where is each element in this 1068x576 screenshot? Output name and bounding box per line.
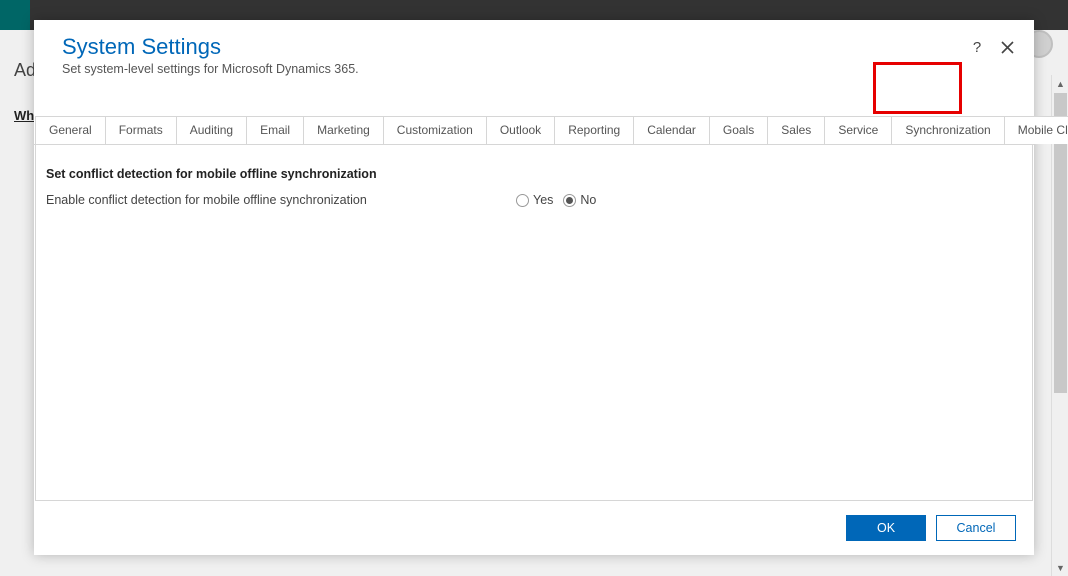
radio-yes-label: Yes	[533, 193, 553, 207]
tab-mobile-client[interactable]: Mobile Client	[1005, 116, 1068, 144]
page-scrollbar[interactable]: ▲ ▼	[1051, 75, 1068, 576]
radio-no-indicator	[563, 194, 576, 207]
dialog-title: System Settings	[62, 34, 1006, 60]
tab-service[interactable]: Service	[825, 116, 892, 144]
setting-row: Enable conflict detection for mobile off…	[46, 193, 1022, 207]
close-icon[interactable]	[998, 38, 1016, 56]
tab-outlook[interactable]: Outlook	[487, 116, 555, 144]
radio-yes-indicator	[516, 194, 529, 207]
background-link[interactable]: Wh	[14, 108, 34, 123]
setting-label: Enable conflict detection for mobile off…	[46, 193, 516, 207]
dialog-header: System Settings Set system-level setting…	[34, 20, 1034, 76]
tab-bar: General Formats Auditing Email Marketing…	[34, 116, 1034, 145]
tab-formats[interactable]: Formats	[106, 116, 177, 144]
help-icon[interactable]: ?	[968, 38, 986, 56]
background-title: Ad	[14, 60, 36, 81]
radio-no-label: No	[580, 193, 596, 207]
tab-goals[interactable]: Goals	[710, 116, 768, 144]
tab-reporting[interactable]: Reporting	[555, 116, 634, 144]
tab-synchronization[interactable]: Synchronization	[892, 116, 1004, 144]
radio-no[interactable]: No	[563, 193, 596, 207]
scroll-up-icon[interactable]: ▲	[1052, 75, 1068, 92]
system-settings-dialog: System Settings Set system-level setting…	[34, 20, 1034, 555]
tab-sales[interactable]: Sales	[768, 116, 825, 144]
radio-yes[interactable]: Yes	[516, 193, 553, 207]
scroll-down-icon[interactable]: ▼	[1052, 559, 1068, 576]
tab-general[interactable]: General	[35, 116, 106, 144]
section-title: Set conflict detection for mobile offlin…	[46, 167, 1022, 181]
tab-auditing[interactable]: Auditing	[177, 116, 247, 144]
tab-customization[interactable]: Customization	[384, 116, 487, 144]
dialog-footer: OK Cancel	[34, 501, 1034, 555]
tab-content: Set conflict detection for mobile offlin…	[35, 145, 1033, 501]
tab-email[interactable]: Email	[247, 116, 304, 144]
radio-group: Yes No	[516, 193, 596, 207]
ok-button[interactable]: OK	[846, 515, 926, 541]
tab-marketing[interactable]: Marketing	[304, 116, 384, 144]
tab-calendar[interactable]: Calendar	[634, 116, 710, 144]
cancel-button[interactable]: Cancel	[936, 515, 1016, 541]
dialog-subtitle: Set system-level settings for Microsoft …	[62, 62, 1006, 76]
